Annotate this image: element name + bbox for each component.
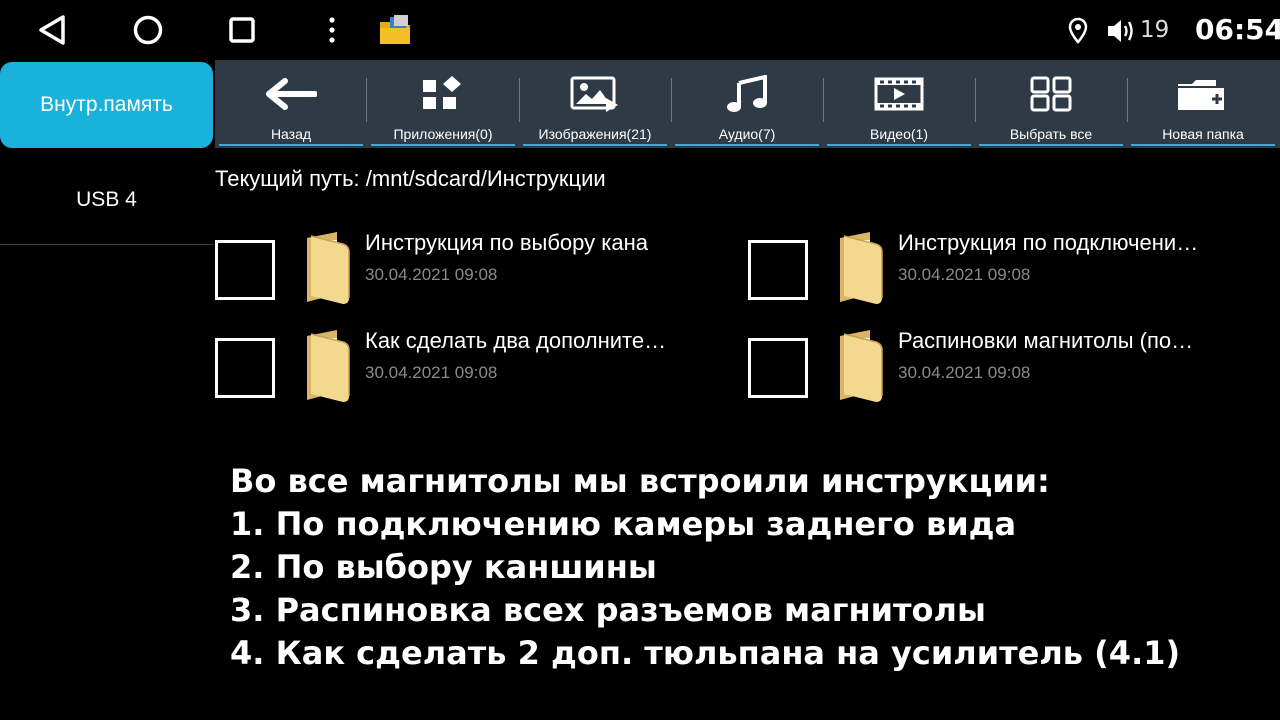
back-button-label: Назад	[270, 126, 312, 142]
new-folder-button[interactable]: Новая папка	[1127, 60, 1279, 148]
video-film-icon	[871, 72, 927, 116]
file-date: 30.04.2021 09:08	[365, 265, 498, 284]
file-date: 30.04.2021 09:08	[365, 363, 498, 382]
checkbox[interactable]	[215, 338, 275, 398]
video-button[interactable]: Видео(1)	[823, 60, 975, 148]
folder-icon	[836, 330, 886, 404]
checkbox[interactable]	[748, 240, 808, 300]
status-bar: 19 06:54	[0, 0, 1280, 60]
new-folder-icon	[1175, 72, 1231, 116]
folder-icon	[303, 232, 353, 306]
apps-button[interactable]: Приложения(0)	[367, 60, 519, 148]
apps-icon	[415, 72, 471, 116]
volume-level: 19	[1140, 17, 1170, 43]
back-button[interactable]: Назад	[215, 60, 367, 148]
file-name: Распиновки магнитолы (по…	[898, 328, 1194, 353]
sidebar-item-usb[interactable]: USB 4	[0, 160, 213, 240]
images-icon	[567, 72, 623, 116]
file-manager-app-icon	[378, 14, 412, 46]
file-name: Как сделать два дополните…	[365, 328, 667, 353]
instructions-caption: Во все магнитолы мы встроили инструкции:…	[230, 460, 1230, 675]
music-note-icon	[719, 72, 775, 116]
select-all-icon	[1023, 72, 1079, 116]
checkbox[interactable]	[748, 338, 808, 398]
tool-underline	[675, 144, 819, 146]
tool-underline	[219, 144, 363, 146]
images-button[interactable]: Изображения(21)	[519, 60, 671, 148]
checkbox[interactable]	[215, 240, 275, 300]
tool-underline	[371, 144, 515, 146]
list-item[interactable]: Как сделать два дополните… 30.04.2021 09…	[215, 326, 735, 416]
select-all-button[interactable]: Выбрать все	[975, 60, 1127, 148]
file-name: Инструкция по подключени…	[898, 230, 1199, 255]
file-date: 30.04.2021 09:08	[898, 265, 1031, 284]
list-item[interactable]: Инструкция по подключени… 30.04.2021 09:…	[748, 228, 1268, 318]
location-icon	[1068, 17, 1088, 45]
audio-button-label: Аудио(7)	[718, 126, 776, 142]
caption-line: 1. По подключению камеры заднего вида	[230, 505, 1017, 543]
arrow-left-icon	[263, 72, 319, 116]
tool-underline	[523, 144, 667, 146]
folder-icon	[836, 232, 886, 306]
tool-underline	[827, 144, 971, 146]
caption-line: 2. По выбору каншины	[230, 548, 657, 586]
menu-dots-icon[interactable]	[310, 8, 354, 52]
file-date: 30.04.2021 09:08	[898, 363, 1031, 382]
new-folder-button-label: Новая папка	[1162, 126, 1244, 142]
home-icon[interactable]	[126, 8, 170, 52]
sidebar: Внутр.память USB 4	[0, 60, 213, 720]
caption-line: Во все магнитолы мы встроили инструкции:	[230, 462, 1050, 500]
sidebar-item-internal-storage[interactable]: Внутр.память	[0, 62, 213, 148]
images-button-label: Изображения(21)	[538, 126, 652, 142]
current-path: Текущий путь: /mnt/sdcard/Инструкции	[215, 166, 606, 191]
audio-button[interactable]: Аудио(7)	[671, 60, 823, 148]
volume-icon	[1106, 17, 1138, 45]
select-all-button-label: Выбрать все	[1009, 126, 1093, 142]
apps-button-label: Приложения(0)	[393, 126, 493, 142]
caption-line: 4. Как сделать 2 доп. тюльпана на усилит…	[230, 634, 1181, 672]
folder-icon	[303, 330, 353, 404]
list-item[interactable]: Инструкция по выбору кана 30.04.2021 09:…	[215, 228, 735, 318]
list-item[interactable]: Распиновки магнитолы (по… 30.04.2021 09:…	[748, 326, 1268, 416]
back-icon[interactable]	[30, 8, 74, 52]
file-name: Инструкция по выбору кана	[365, 230, 648, 255]
video-button-label: Видео(1)	[869, 126, 928, 142]
recent-apps-icon[interactable]	[220, 8, 264, 52]
clock: 06:54	[1195, 13, 1280, 46]
tool-underline	[1131, 144, 1275, 146]
tool-underline	[979, 144, 1123, 146]
caption-line: 3. Распиновка всех разъемов магнитолы	[230, 591, 986, 629]
toolbar: Назад Приложения(0) Изображения(21) Ауди…	[215, 60, 1280, 148]
sidebar-divider	[0, 244, 213, 245]
